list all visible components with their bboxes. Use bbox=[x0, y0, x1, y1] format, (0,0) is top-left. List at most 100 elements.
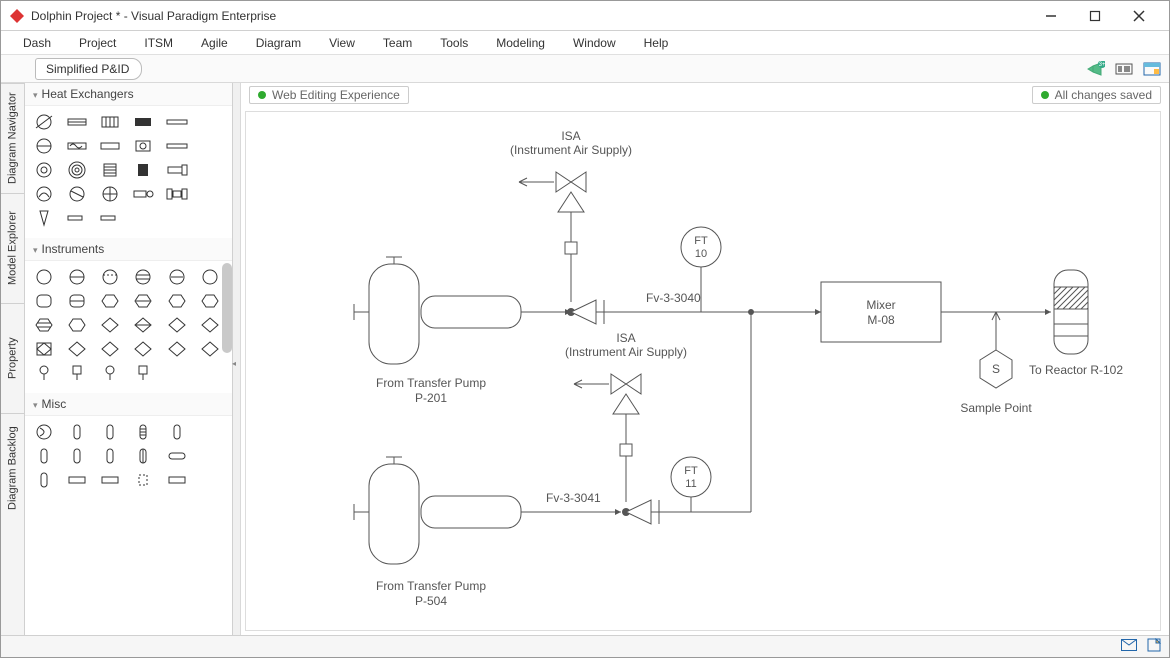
shape-item[interactable] bbox=[64, 339, 90, 359]
shape-item[interactable] bbox=[97, 446, 123, 466]
vtab-property[interactable]: Property bbox=[1, 303, 24, 413]
shape-item[interactable] bbox=[130, 112, 156, 132]
shape-item[interactable] bbox=[97, 315, 123, 335]
shape-item[interactable] bbox=[31, 422, 57, 442]
shape-item[interactable] bbox=[197, 315, 223, 335]
shape-item[interactable] bbox=[130, 184, 156, 204]
shape-item[interactable] bbox=[64, 291, 90, 311]
shape-item[interactable] bbox=[130, 470, 156, 490]
shape-item[interactable] bbox=[31, 363, 57, 383]
shape-item[interactable] bbox=[130, 315, 156, 335]
shape-item[interactable] bbox=[164, 208, 190, 228]
shape-item[interactable] bbox=[97, 136, 123, 156]
palette-cat-misc[interactable]: Misc bbox=[25, 393, 232, 416]
shape-item[interactable] bbox=[197, 208, 223, 228]
mail-icon[interactable] bbox=[1121, 639, 1137, 654]
shape-item[interactable] bbox=[164, 136, 190, 156]
shape-item[interactable] bbox=[130, 267, 156, 287]
shape-item[interactable] bbox=[64, 470, 90, 490]
shape-item[interactable] bbox=[164, 339, 190, 359]
palette-cat-instruments[interactable]: Instruments bbox=[25, 238, 232, 261]
node-isa-1[interactable]: ISA (Instrument Air Supply) bbox=[510, 129, 632, 302]
shape-item[interactable] bbox=[97, 208, 123, 228]
menu-help[interactable]: Help bbox=[630, 36, 683, 50]
shape-item[interactable] bbox=[64, 184, 90, 204]
shape-item[interactable] bbox=[64, 422, 90, 442]
node-valve-1[interactable]: Fv-3-3040 bbox=[567, 291, 821, 324]
shape-item[interactable] bbox=[197, 267, 223, 287]
menu-modeling[interactable]: Modeling bbox=[482, 36, 559, 50]
shape-item[interactable] bbox=[31, 339, 57, 359]
node-sample-point[interactable]: S Sample Point bbox=[960, 312, 1032, 415]
shape-item[interactable] bbox=[197, 422, 223, 442]
shape-item[interactable] bbox=[31, 160, 57, 180]
shape-item[interactable] bbox=[31, 446, 57, 466]
shape-item[interactable] bbox=[130, 446, 156, 466]
shape-item[interactable] bbox=[130, 136, 156, 156]
node-ft-11[interactable]: FT 11 bbox=[671, 457, 711, 512]
menu-project[interactable]: Project bbox=[65, 36, 130, 50]
menu-diagram[interactable]: Diagram bbox=[242, 36, 315, 50]
shape-item[interactable] bbox=[130, 339, 156, 359]
shape-item[interactable] bbox=[97, 291, 123, 311]
shape-item[interactable] bbox=[64, 208, 90, 228]
shape-item[interactable] bbox=[130, 422, 156, 442]
node-isa-2[interactable]: ISA (Instrument Air Supply) bbox=[565, 331, 687, 502]
menu-window[interactable]: Window bbox=[559, 36, 630, 50]
shape-item[interactable] bbox=[130, 208, 156, 228]
shape-item[interactable] bbox=[31, 208, 57, 228]
shape-item[interactable] bbox=[197, 136, 223, 156]
note-icon[interactable] bbox=[1147, 638, 1161, 655]
menu-team[interactable]: Team bbox=[369, 36, 426, 50]
shape-item[interactable] bbox=[164, 446, 190, 466]
shape-item[interactable] bbox=[97, 267, 123, 287]
menu-view[interactable]: View bbox=[315, 36, 369, 50]
shape-item[interactable] bbox=[197, 339, 223, 359]
shape-item[interactable] bbox=[97, 339, 123, 359]
shape-item[interactable] bbox=[130, 363, 156, 383]
shape-item[interactable] bbox=[197, 363, 223, 383]
maximize-button[interactable] bbox=[1073, 2, 1117, 30]
minimize-button[interactable] bbox=[1029, 2, 1073, 30]
close-button[interactable] bbox=[1117, 2, 1161, 30]
shape-item[interactable] bbox=[164, 470, 190, 490]
node-mixer[interactable]: Mixer M-08 bbox=[821, 282, 941, 342]
shape-item[interactable] bbox=[164, 184, 190, 204]
shape-item[interactable] bbox=[64, 160, 90, 180]
shape-item[interactable] bbox=[64, 136, 90, 156]
shape-item[interactable] bbox=[164, 363, 190, 383]
shape-item[interactable] bbox=[64, 363, 90, 383]
palette-scrollbar[interactable] bbox=[222, 263, 232, 353]
shape-item[interactable] bbox=[130, 291, 156, 311]
shape-item[interactable] bbox=[97, 422, 123, 442]
shape-item[interactable] bbox=[31, 112, 57, 132]
shape-item[interactable] bbox=[197, 446, 223, 466]
menu-tools[interactable]: Tools bbox=[426, 36, 482, 50]
shape-item[interactable] bbox=[31, 315, 57, 335]
shape-item[interactable] bbox=[31, 267, 57, 287]
layout-icon[interactable] bbox=[1113, 59, 1135, 79]
shape-item[interactable] bbox=[64, 315, 90, 335]
shape-item[interactable] bbox=[197, 470, 223, 490]
shape-item[interactable] bbox=[130, 160, 156, 180]
diagram-tab[interactable]: Simplified P&ID bbox=[35, 58, 142, 80]
shape-item[interactable] bbox=[197, 291, 223, 311]
menu-itsm[interactable]: ITSM bbox=[130, 36, 187, 50]
shape-item[interactable] bbox=[97, 184, 123, 204]
diagram-canvas[interactable]: From Transfer Pump P-201 ISA (Instrument… bbox=[245, 111, 1161, 631]
node-pump-2[interactable]: From Transfer Pump P-504 bbox=[354, 457, 521, 608]
shape-item[interactable] bbox=[31, 184, 57, 204]
announce-icon[interactable]: 3+ bbox=[1085, 59, 1107, 79]
node-pump-1[interactable]: From Transfer Pump P-201 bbox=[354, 257, 521, 405]
shape-item[interactable] bbox=[97, 112, 123, 132]
shape-item[interactable] bbox=[197, 160, 223, 180]
shape-item[interactable] bbox=[97, 470, 123, 490]
node-valve-2[interactable] bbox=[622, 500, 751, 524]
shape-item[interactable] bbox=[164, 112, 190, 132]
shape-item[interactable] bbox=[64, 267, 90, 287]
shape-item[interactable] bbox=[164, 291, 190, 311]
node-reactor[interactable]: To Reactor R-102 bbox=[1029, 270, 1123, 377]
shape-item[interactable] bbox=[31, 136, 57, 156]
shape-item[interactable] bbox=[164, 422, 190, 442]
shape-item[interactable] bbox=[97, 363, 123, 383]
